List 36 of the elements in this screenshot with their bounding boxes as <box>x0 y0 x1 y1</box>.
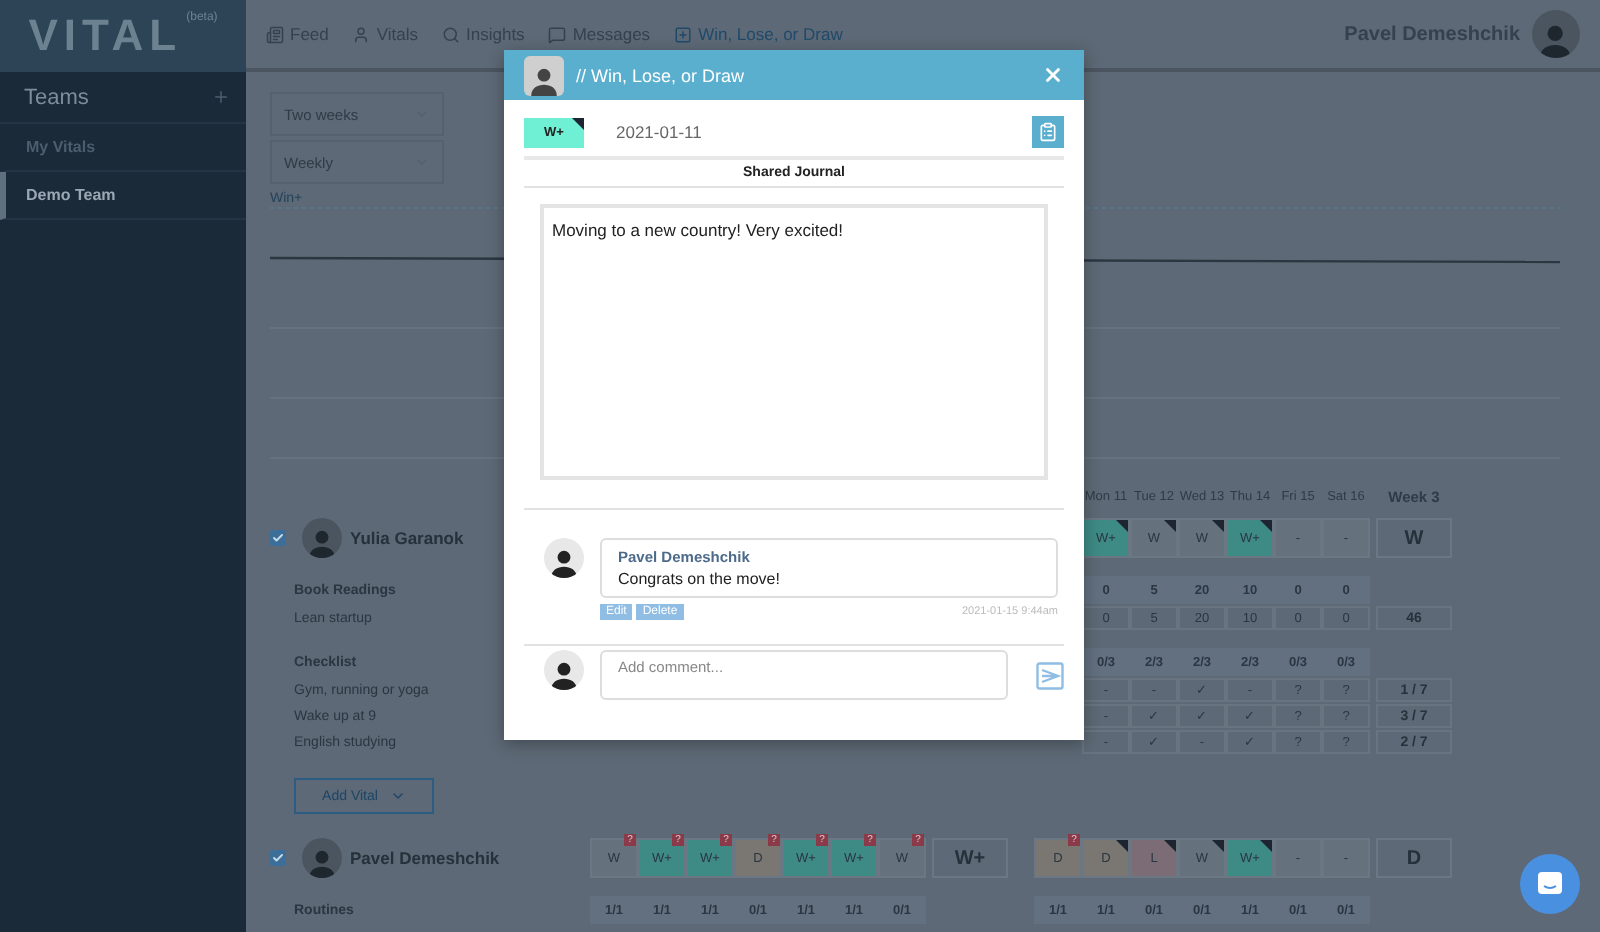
send-button[interactable] <box>1036 662 1064 690</box>
logo[interactable]: VITAL <box>28 10 183 62</box>
send-icon <box>1036 662 1064 690</box>
chat-button[interactable] <box>1520 854 1580 914</box>
user-avatar-icon[interactable] <box>1532 10 1580 58</box>
insights-icon <box>442 25 461 43</box>
member-name: Pavel Demeshchik <box>350 848 500 868</box>
sidebar-title: Teams <box>24 85 89 109</box>
week-result: W <box>1376 518 1452 558</box>
entry-date: 2021-01-11 <box>616 122 702 142</box>
vitals-icon <box>352 25 371 43</box>
member-name: Yulia Garanok <box>350 528 464 548</box>
add-icon[interactable] <box>212 88 230 106</box>
dialog-title: // Win, Lose, or Draw <box>576 65 745 85</box>
nav-tab[interactable]: Win, Lose, or Draw <box>674 24 843 44</box>
journal-field[interactable]: Moving to a new country! Very excited! <box>540 204 1048 480</box>
clipboard-button[interactable] <box>1032 116 1064 148</box>
avatar-icon <box>544 538 584 578</box>
week-result: D <box>1376 838 1452 878</box>
chevron-down-icon <box>389 788 406 804</box>
clipboard-icon <box>1038 122 1058 142</box>
avatar-icon <box>524 55 564 95</box>
close-button[interactable] <box>1042 64 1064 86</box>
messages-icon <box>548 25 567 43</box>
feed-icon <box>266 25 284 43</box>
avatar-icon <box>302 838 342 878</box>
add-icon <box>674 25 693 43</box>
member-checkbox[interactable] <box>270 530 286 546</box>
chat-icon <box>1536 870 1564 898</box>
week-result: W+ <box>932 838 1008 878</box>
avatar-icon <box>302 518 342 558</box>
sidebar-item[interactable]: Demo Team <box>0 172 246 220</box>
avatar-icon <box>544 650 584 690</box>
corner-flag-icon <box>572 117 584 129</box>
comment-text: Congrats on the move! <box>618 570 782 588</box>
member-checkbox[interactable] <box>270 850 286 866</box>
